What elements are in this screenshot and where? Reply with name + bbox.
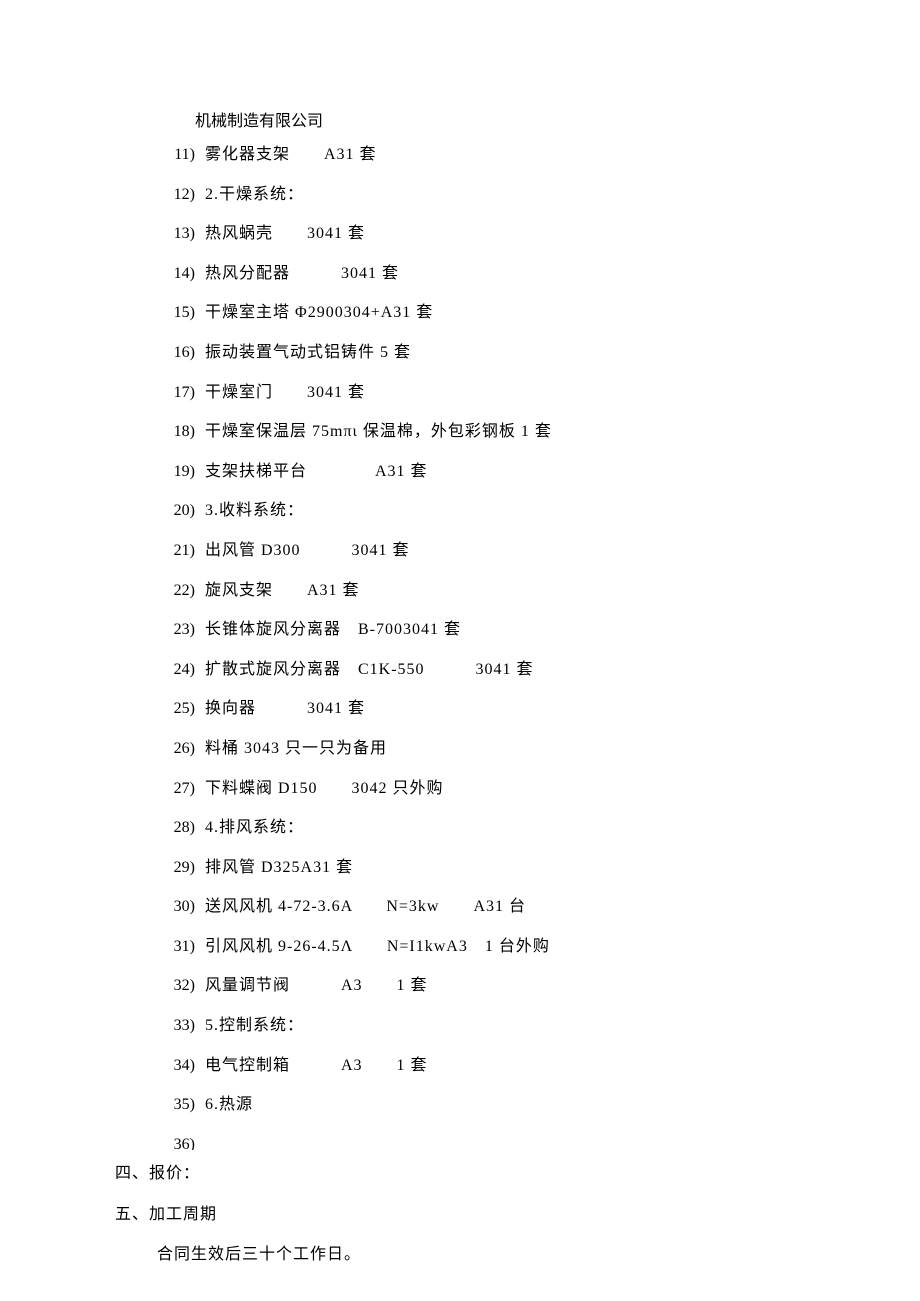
list-item: 11) 雾化器支架 A31 套 <box>155 142 860 168</box>
list-item: 25) 换向器 3041 套 <box>155 696 860 722</box>
numbered-list: 11) 雾化器支架 A31 套 12) 2.干燥系统： 13) 热风蜗壳 304… <box>155 142 860 1150</box>
list-text: 热风蜗壳 3041 套 <box>205 221 860 247</box>
list-text: 干燥室主塔 Φ2900304+A31 套 <box>205 300 860 326</box>
list-num: 23) <box>155 617 205 643</box>
document-page: 机械制造有限公司 11) 雾化器支架 A31 套 12) 2.干燥系统： 13)… <box>0 0 920 1270</box>
list-item: 19) 支架扶梯平台 A31 套 <box>155 459 860 485</box>
list-num: 29) <box>155 855 205 881</box>
list-item: 21) 出风管 D300 3041 套 <box>155 538 860 564</box>
list-text: 旋风支架 A31 套 <box>205 578 860 604</box>
list-num: 27) <box>155 776 205 802</box>
list-num: 21) <box>155 538 205 564</box>
list-item: 14) 热风分配器 3041 套 <box>155 261 860 287</box>
list-item: 29) 排风管 D325A31 套 <box>155 855 860 881</box>
list-text: 6.热源 <box>205 1092 860 1118</box>
list-text: 热风分配器 3041 套 <box>205 261 860 287</box>
section-5-body: 合同生效后三十个工作日。 <box>157 1241 860 1270</box>
list-text: 换向器 3041 套 <box>205 696 860 722</box>
list-num: 14) <box>155 261 205 287</box>
list-num: 15) <box>155 300 205 326</box>
list-text: 雾化器支架 A31 套 <box>205 142 860 168</box>
list-num: 24) <box>155 657 205 683</box>
section-4-heading: 四、报价： <box>115 1160 860 1189</box>
list-item: 17) 干燥室门 3041 套 <box>155 380 860 406</box>
list-item: 15) 干燥室主塔 Φ2900304+A31 套 <box>155 300 860 326</box>
list-item: 20) 3.收料系统： <box>155 498 860 524</box>
list-num: 32) <box>155 973 205 999</box>
list-num: 31) <box>155 934 205 960</box>
list-num: 12) <box>155 182 205 208</box>
list-text: 5.控制系统： <box>205 1013 860 1039</box>
list-item: 36) <box>155 1132 860 1150</box>
list-item: 31) 引风风机 9-26-4.5Λ N=I1kwA3 1 台外购 <box>155 934 860 960</box>
list-num: 33) <box>155 1013 205 1039</box>
list-num: 36) <box>155 1132 205 1150</box>
list-text: 风量调节阀 A3 1 套 <box>205 973 860 999</box>
list-text: 扩散式旋风分离器 C1K-550 3041 套 <box>205 657 860 683</box>
list-item: 23) 长锥体旋风分离器 B-7003041 套 <box>155 617 860 643</box>
list-item: 27) 下料蝶阀 D150 3042 只外购 <box>155 776 860 802</box>
list-num: 13) <box>155 221 205 247</box>
intro-line: 机械制造有限公司 <box>195 110 860 134</box>
list-num: 26) <box>155 736 205 762</box>
list-item: 33) 5.控制系统： <box>155 1013 860 1039</box>
list-item: 22) 旋风支架 A31 套 <box>155 578 860 604</box>
list-item: 12) 2.干燥系统： <box>155 182 860 208</box>
list-item: 35) 6.热源 <box>155 1092 860 1118</box>
list-text: 振动装置气动式铝铸件 5 套 <box>205 340 860 366</box>
list-text: 电气控制箱 A3 1 套 <box>205 1053 860 1079</box>
list-item: 24) 扩散式旋风分离器 C1K-550 3041 套 <box>155 657 860 683</box>
list-num: 28) <box>155 815 205 841</box>
list-text: 出风管 D300 3041 套 <box>205 538 860 564</box>
list-item: 28) 4.排风系统： <box>155 815 860 841</box>
list-num: 16) <box>155 340 205 366</box>
list-text: 2.干燥系统： <box>205 182 860 208</box>
list-item: 18) 干燥室保温层 75mπι 保温棉，外包彩钢板 1 套 <box>155 419 860 445</box>
list-num: 25) <box>155 696 205 722</box>
list-num: 19) <box>155 459 205 485</box>
list-text: 干燥室保温层 75mπι 保温棉，外包彩钢板 1 套 <box>205 419 860 445</box>
list-num: 20) <box>155 498 205 524</box>
list-text: 料桶 3043 只一只为备用 <box>205 736 860 762</box>
list-num: 34) <box>155 1053 205 1079</box>
list-text: 4.排风系统： <box>205 815 860 841</box>
list-num: 35) <box>155 1092 205 1118</box>
list-num: 30) <box>155 894 205 920</box>
list-num: 22) <box>155 578 205 604</box>
list-num: 11) <box>155 142 205 168</box>
list-item: 26) 料桶 3043 只一只为备用 <box>155 736 860 762</box>
list-text: 支架扶梯平台 A31 套 <box>205 459 860 485</box>
section-5-heading: 五、加工周期 <box>115 1201 860 1230</box>
list-num: 18) <box>155 419 205 445</box>
list-text: 排风管 D325A31 套 <box>205 855 860 881</box>
list-text: 引风风机 9-26-4.5Λ N=I1kwA3 1 台外购 <box>205 934 860 960</box>
list-text: 送风风机 4-72-3.6A N=3kw A31 台 <box>205 894 860 920</box>
list-text: 干燥室门 3041 套 <box>205 380 860 406</box>
list-item: 13) 热风蜗壳 3041 套 <box>155 221 860 247</box>
list-item: 34) 电气控制箱 A3 1 套 <box>155 1053 860 1079</box>
list-item: 32) 风量调节阀 A3 1 套 <box>155 973 860 999</box>
list-item: 30) 送风风机 4-72-3.6A N=3kw A31 台 <box>155 894 860 920</box>
list-text: 3.收料系统： <box>205 498 860 524</box>
list-num: 17) <box>155 380 205 406</box>
list-text: 长锥体旋风分离器 B-7003041 套 <box>205 617 860 643</box>
list-item: 16) 振动装置气动式铝铸件 5 套 <box>155 340 860 366</box>
list-text: 下料蝶阀 D150 3042 只外购 <box>205 776 860 802</box>
